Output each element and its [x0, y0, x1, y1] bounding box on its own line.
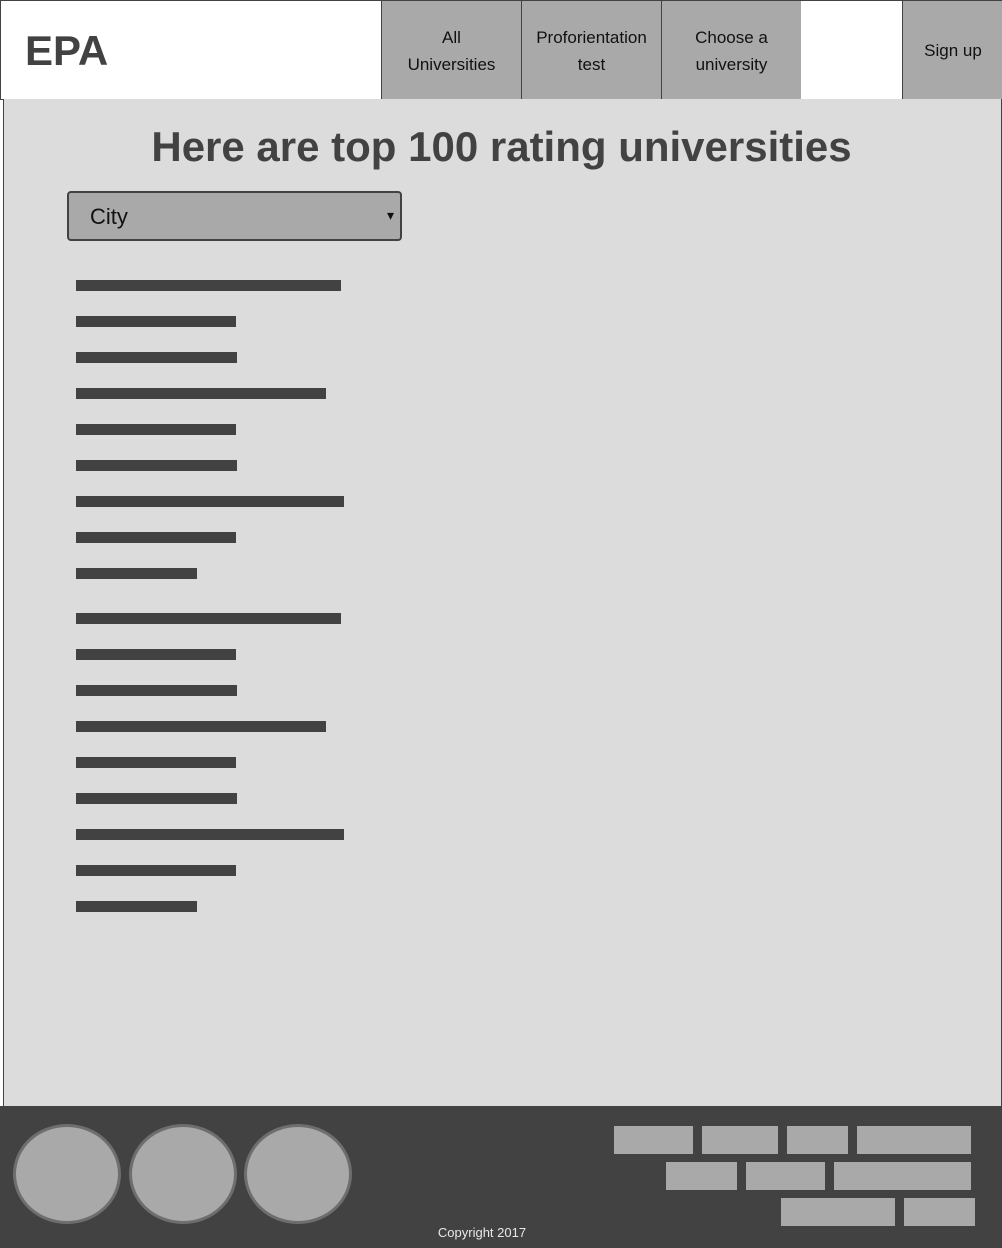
list-item[interactable]: [76, 649, 236, 660]
list-item[interactable]: [76, 829, 344, 840]
list-item[interactable]: [76, 793, 237, 804]
page-title: Here are top 100 rating universities: [151, 123, 852, 170]
list-item[interactable]: [76, 613, 341, 624]
nav-proforientation-line2: test: [577, 54, 606, 74]
nav-choose-university[interactable]: Choose a university: [661, 1, 802, 100]
list-item[interactable]: [76, 865, 236, 876]
list-item[interactable]: [76, 757, 236, 768]
list-item[interactable]: [76, 901, 197, 912]
list-item[interactable]: [76, 532, 236, 543]
city-dropdown[interactable]: City ▾: [67, 191, 402, 241]
nav-spacer: [801, 1, 903, 100]
footer-link[interactable]: [746, 1162, 825, 1190]
footer-link[interactable]: [857, 1126, 971, 1154]
header: EPA All Universities Proforientation tes…: [0, 0, 1002, 100]
footer-link[interactable]: [787, 1126, 848, 1154]
main-panel: Here are top 100 rating universities Cit…: [3, 99, 1002, 1109]
nav-proforientation-line1: Proforientation: [536, 27, 647, 47]
sign-up-button[interactable]: Sign up: [902, 1, 1002, 100]
list-item[interactable]: [76, 568, 197, 579]
list-item[interactable]: [76, 388, 326, 399]
footer-link[interactable]: [904, 1198, 975, 1226]
nav-all-universities-line1: All: [442, 27, 461, 47]
city-dropdown-value: City: [90, 204, 128, 229]
nav-all-universities-line2: Universities: [407, 54, 496, 74]
footer-link[interactable]: [702, 1126, 778, 1154]
copyright-text: Copyright 2017: [437, 1225, 527, 1240]
nav-choose-line1: Choose a: [695, 27, 768, 47]
footer-link[interactable]: [834, 1162, 971, 1190]
list-item[interactable]: [76, 721, 326, 732]
nav-all-universities[interactable]: All Universities: [381, 1, 522, 100]
chevron-down-icon: ▾: [386, 207, 394, 223]
social-icon[interactable]: [129, 1124, 237, 1224]
logo[interactable]: EPA: [25, 27, 108, 75]
social-icon[interactable]: [13, 1124, 121, 1224]
footer-link[interactable]: [781, 1198, 895, 1226]
nav-choose-line2: university: [695, 54, 768, 74]
list-item[interactable]: [76, 685, 237, 696]
sign-up-label: Sign up: [924, 41, 982, 60]
nav-proforientation-test[interactable]: Proforientation test: [521, 1, 662, 100]
social-icon[interactable]: [244, 1124, 352, 1224]
list-item[interactable]: [76, 352, 237, 363]
list-item[interactable]: [76, 496, 344, 507]
list-item[interactable]: [76, 424, 236, 435]
footer-link[interactable]: [666, 1162, 737, 1190]
footer-link[interactable]: [614, 1126, 693, 1154]
list-item[interactable]: [76, 316, 236, 327]
list-item[interactable]: [76, 460, 237, 471]
footer: Copyright 2017: [0, 1106, 1002, 1248]
list-item[interactable]: [76, 280, 341, 291]
